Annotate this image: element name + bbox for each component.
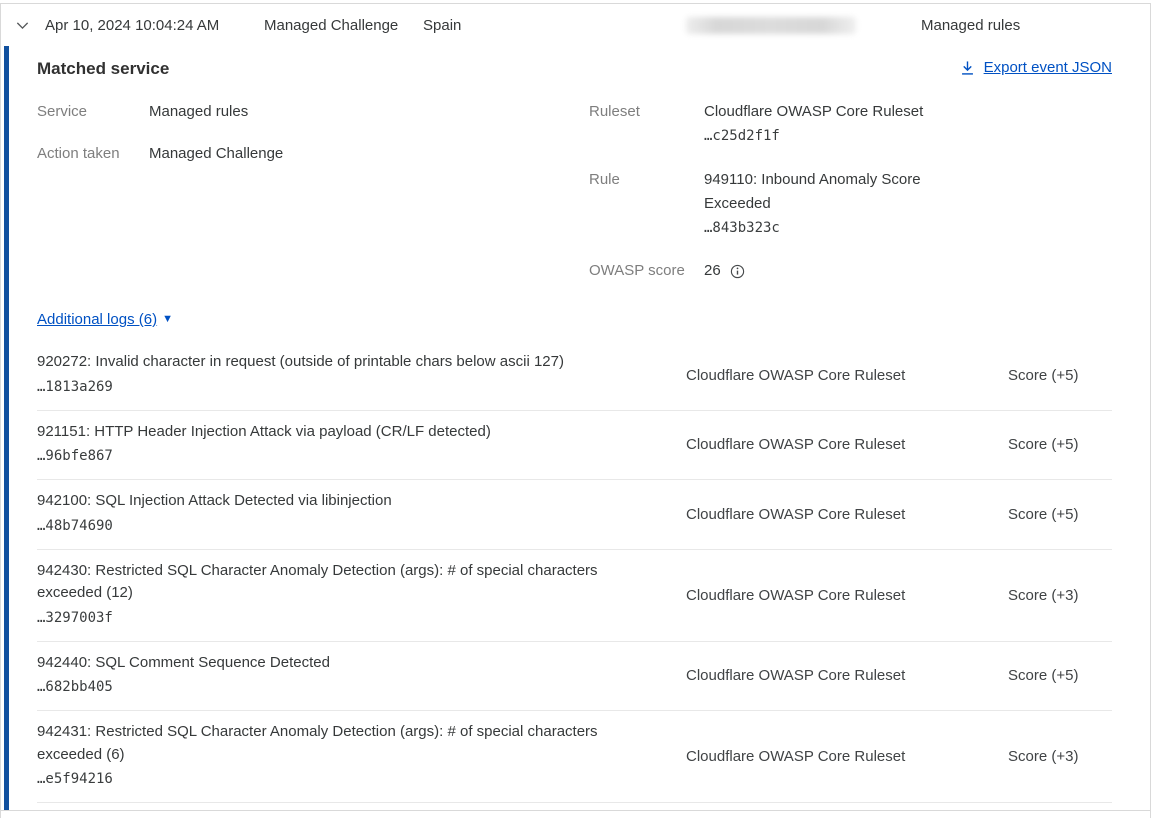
log-row: 942430: Restricted SQL Character Anomaly… [37, 550, 1112, 642]
log-score: Score (+3) [1008, 748, 1112, 765]
firewall-event-window: Apr 10, 2024 10:04:24 AM Managed Challen… [0, 3, 1151, 818]
rule-value: 949110: Inbound Anomaly Score Exceeded …… [704, 168, 952, 241]
log-score: Score (+5) [1008, 367, 1112, 384]
log-ruleset: Cloudflare OWASP Core Ruleset [686, 587, 1008, 604]
rule-id: …843b323c [704, 216, 952, 241]
info-icon[interactable] [730, 264, 745, 279]
ruleset-id: …c25d2f1f [704, 124, 923, 149]
event-action: Managed Challenge [264, 17, 423, 34]
download-icon [960, 60, 975, 76]
matched-service-details: Service Managed rules Action taken Manag… [37, 100, 1112, 283]
service-field: Service Managed rules [37, 100, 589, 124]
detail-right-column: Ruleset Cloudflare OWASP Core Ruleset …c… [589, 100, 1112, 283]
detail-left-column: Service Managed rules Action taken Manag… [37, 100, 589, 184]
event-service: Managed rules [921, 17, 1020, 34]
log-rule-id: …682bb405 [37, 675, 686, 700]
log-score: Score (+5) [1008, 506, 1112, 523]
log-rule-id: …48b74690 [37, 514, 686, 539]
additional-logs-label: Additional logs (6) [37, 311, 157, 328]
event-detail-panel: Matched service Export event JSON Servic… [1, 46, 1150, 803]
log-rule-id: …96bfe867 [37, 444, 686, 469]
log-score: Score (+5) [1008, 667, 1112, 684]
chevron-down-icon[interactable] [15, 18, 39, 33]
rule-name: 949110: Inbound Anomaly Score Exceeded [704, 171, 921, 212]
log-row: 921151: HTTP Header Injection Attack via… [37, 411, 1112, 481]
additional-logs-table: 920272: Invalid character in request (ou… [37, 341, 1112, 803]
panel-bottom-divider [1, 810, 1150, 811]
log-ruleset: Cloudflare OWASP Core Ruleset [686, 367, 1008, 384]
log-ruleset: Cloudflare OWASP Core Ruleset [686, 667, 1008, 684]
log-row: 942100: SQL Injection Attack Detected vi… [37, 480, 1112, 550]
rule-label: Rule [589, 168, 704, 241]
owasp-score-label: OWASP score [589, 259, 704, 283]
expanded-row-accent [4, 46, 9, 810]
action-taken-field: Action taken Managed Challenge [37, 142, 589, 166]
log-row: 920272: Invalid character in request (ou… [37, 341, 1112, 411]
log-description: 942431: Restricted SQL Character Anomaly… [37, 721, 629, 766]
log-ruleset: Cloudflare OWASP Core Ruleset [686, 436, 1008, 453]
log-ruleset: Cloudflare OWASP Core Ruleset [686, 748, 1008, 765]
owasp-score-value: 26 [704, 259, 721, 283]
service-label: Service [37, 100, 149, 124]
rule-field: Rule 949110: Inbound Anomaly Score Excee… [589, 168, 1112, 241]
export-event-json-link[interactable]: Export event JSON [960, 59, 1112, 76]
log-row: 942431: Restricted SQL Character Anomaly… [37, 711, 1112, 803]
log-description: 942100: SQL Injection Attack Detected vi… [37, 490, 629, 513]
log-ruleset: Cloudflare OWASP Core Ruleset [686, 506, 1008, 523]
log-description: 942430: Restricted SQL Character Anomaly… [37, 560, 629, 605]
panel-title: Matched service [37, 59, 169, 79]
log-rule-id: …e5f94216 [37, 767, 686, 792]
log-rule-id: …3297003f [37, 606, 686, 631]
caret-down-icon: ▼ [162, 314, 173, 325]
log-description: 921151: HTTP Header Injection Attack via… [37, 421, 629, 444]
owasp-score-field: OWASP score 26 [589, 259, 1112, 283]
action-taken-label: Action taken [37, 142, 149, 166]
export-event-json-label: Export event JSON [984, 59, 1112, 76]
event-timestamp: Apr 10, 2024 10:04:24 AM [45, 17, 264, 34]
ruleset-field: Ruleset Cloudflare OWASP Core Ruleset …c… [589, 100, 1112, 149]
log-description: 920272: Invalid character in request (ou… [37, 351, 629, 374]
ruleset-name: Cloudflare OWASP Core Ruleset [704, 103, 923, 120]
action-taken-value: Managed Challenge [149, 142, 283, 166]
log-row: 942440: SQL Comment Sequence Detected …6… [37, 642, 1112, 712]
log-description: 942440: SQL Comment Sequence Detected [37, 652, 629, 675]
event-country: Spain [423, 17, 533, 34]
ruleset-label: Ruleset [589, 100, 704, 149]
log-rule-id: …1813a269 [37, 375, 686, 400]
additional-logs-toggle[interactable]: Additional logs (6) ▼ [37, 311, 173, 328]
service-value: Managed rules [149, 100, 248, 124]
log-score: Score (+5) [1008, 436, 1112, 453]
event-summary-row[interactable]: Apr 10, 2024 10:04:24 AM Managed Challen… [1, 4, 1150, 46]
ruleset-value: Cloudflare OWASP Core Ruleset …c25d2f1f [704, 100, 923, 149]
redacted-host-blur [686, 17, 856, 34]
log-score: Score (+3) [1008, 587, 1112, 604]
